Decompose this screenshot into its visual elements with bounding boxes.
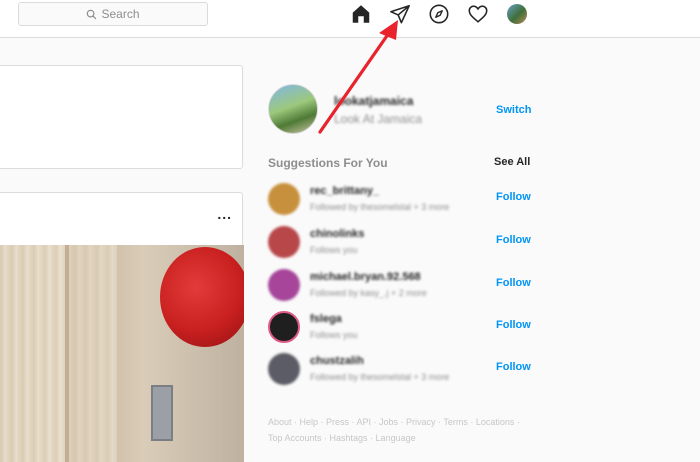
see-all-button[interactable]: See All	[494, 156, 530, 168]
suggestion-username[interactable]: fslega	[310, 313, 342, 325]
suggestion-avatar[interactable]	[268, 226, 300, 258]
profile-avatar-icon[interactable]	[507, 4, 527, 24]
footer-links-line[interactable]: About · Help · Press · API · Jobs · Priv…	[268, 414, 530, 430]
suggestion-subtitle: Followed by thesomelstal + 3 more	[310, 202, 450, 212]
explore-compass-icon[interactable]	[428, 3, 450, 25]
search-icon	[87, 9, 97, 19]
follow-button[interactable]: Follow	[496, 277, 531, 289]
suggestion-username[interactable]: rec_brittany_	[310, 185, 379, 197]
top-navigation-bar: Search	[0, 0, 700, 38]
follow-button[interactable]: Follow	[496, 191, 531, 203]
current-profile-username[interactable]: lookatjamaica	[334, 94, 413, 108]
suggestion-avatar[interactable]	[268, 311, 300, 343]
red-flower-graphic	[160, 247, 244, 347]
suggestion-item: chinolinks Follows you Follow	[268, 226, 531, 260]
suggestion-avatar[interactable]	[268, 183, 300, 215]
wall-frame-graphic	[151, 385, 173, 441]
curtain-graphic	[69, 245, 117, 462]
footer-links-line[interactable]: Top Accounts · Hashtags · Language	[268, 430, 530, 446]
search-input[interactable]: Search	[18, 2, 208, 26]
suggestions-title: Suggestions For You	[268, 156, 388, 170]
suggestion-username[interactable]: chustzalih	[310, 355, 364, 367]
follow-button[interactable]: Follow	[496, 361, 531, 373]
suggestion-subtitle: Follows you	[310, 330, 358, 340]
post-options-button[interactable]: ...	[217, 206, 232, 222]
suggestion-avatar[interactable]	[268, 269, 300, 301]
search-placeholder: Search	[101, 7, 140, 21]
suggestion-item: rec_brittany_ Followed by thesomelstal +…	[268, 183, 531, 217]
curtain-graphic	[0, 245, 65, 462]
feed-post: ...	[0, 192, 244, 462]
direct-message-icon[interactable]	[389, 3, 411, 25]
switch-account-button[interactable]: Switch	[496, 104, 531, 116]
stories-card	[0, 65, 243, 169]
current-profile-fullname: Look At Jamaica	[334, 112, 423, 126]
suggestion-item: chustzalih Followed by thesomelstal + 3 …	[268, 353, 531, 387]
follow-button[interactable]: Follow	[496, 234, 531, 246]
activity-heart-icon[interactable]	[467, 3, 489, 25]
suggestion-item: fslega Follows you Follow	[268, 311, 531, 345]
home-icon[interactable]	[350, 3, 372, 25]
current-profile-avatar[interactable]	[268, 84, 318, 134]
suggestion-avatar[interactable]	[268, 353, 300, 385]
suggestion-subtitle: Follows you	[310, 245, 358, 255]
suggestion-subtitle: Followed by kasy_.j + 2 more	[310, 288, 427, 298]
suggestion-username[interactable]: michael.bryan.92.568	[310, 271, 421, 283]
suggestion-item: michael.bryan.92.568 Followed by kasy_.j…	[268, 269, 531, 303]
footer-links: About · Help · Press · API · Jobs · Priv…	[268, 414, 530, 446]
suggestion-subtitle: Followed by thesomelstal + 3 more	[310, 372, 450, 382]
suggestion-username[interactable]: chinolinks	[310, 228, 364, 240]
follow-button[interactable]: Follow	[496, 319, 531, 331]
post-image[interactable]	[0, 245, 244, 462]
